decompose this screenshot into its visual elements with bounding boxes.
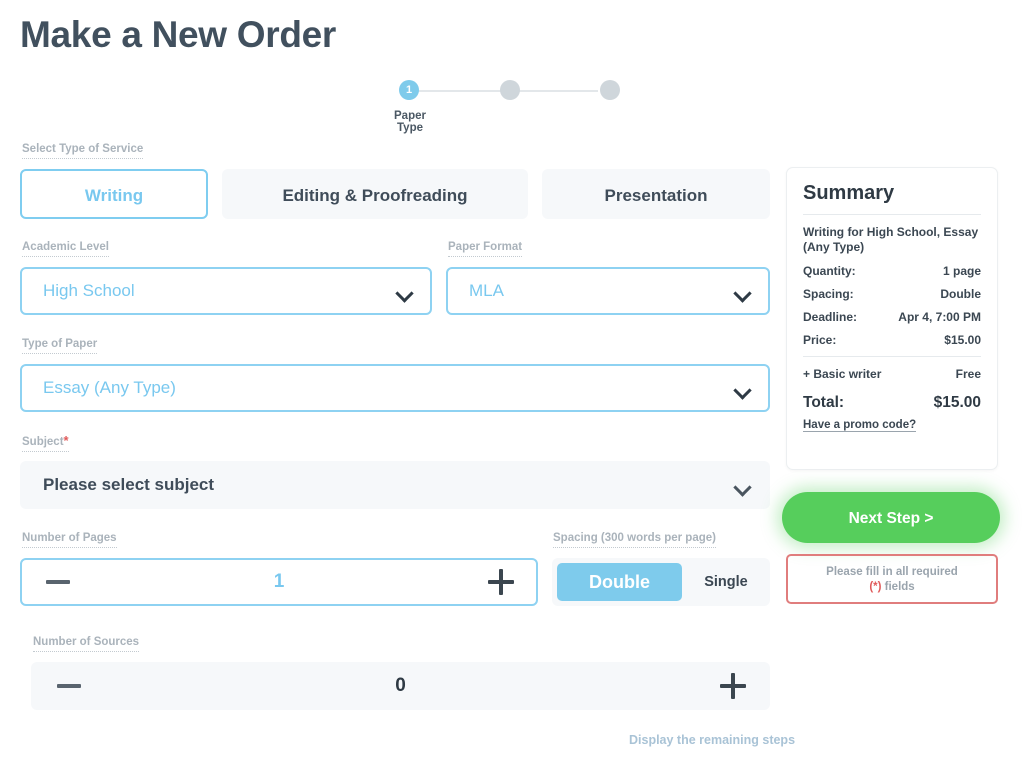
stepper-dot-3[interactable] (600, 80, 620, 100)
service-tab-editing-proofreading[interactable]: Editing & Proofreading (222, 169, 528, 219)
progress-stepper: 1 Paper Type (380, 80, 630, 134)
summary-total-value: $15.00 (933, 394, 981, 411)
summary-row-deadline-label: Deadline: (803, 310, 858, 324)
academic-level-label: Academic Level (22, 241, 109, 257)
paper-format-select[interactable]: MLA (446, 267, 770, 315)
summary-row-deadline-value: Apr 4, 7:00 PM (898, 310, 981, 324)
number-of-sources-label: Number of Sources (33, 636, 140, 652)
number-of-pages-stepper: 1 (20, 558, 538, 606)
subject-label: Subject* (22, 434, 69, 452)
summary-row-addon-label: + Basic writer (803, 367, 882, 381)
academic-level-select[interactable]: High School (20, 267, 432, 315)
warning-line-2: fields (881, 581, 915, 593)
page-title: Make a New Order (20, 14, 337, 55)
display-remaining-steps-link[interactable]: Display the remaining steps (629, 733, 795, 747)
summary-row-quantity-value: 1 page (942, 264, 981, 278)
plus-icon[interactable] (720, 673, 746, 699)
stepper-track (400, 90, 598, 92)
next-step-button[interactable]: Next Step > (782, 492, 1000, 543)
stepper-label-1: Paper Type (394, 110, 426, 134)
stepper-dot-1[interactable]: 1 (399, 80, 419, 100)
summary-row-quantity-label: Quantity: (803, 264, 856, 278)
service-tab-presentation[interactable]: Presentation (542, 169, 770, 219)
summary-row-deadline: Deadline: Apr 4, 7:00 PM (803, 310, 981, 324)
spacing-toggle: Double Single (552, 558, 770, 606)
chevron-down-icon (736, 480, 750, 494)
summary-row-spacing-value: Double (940, 287, 981, 301)
plus-icon[interactable] (488, 569, 514, 595)
warning-asterisk: (*) (869, 581, 882, 593)
number-of-sources-stepper: 0 (31, 662, 770, 710)
summary-row-addon-value: Free (955, 367, 981, 381)
summary-row-price: Price: $15.00 (803, 333, 981, 347)
warning-line-1: Please fill in all required (826, 566, 958, 578)
spacing-option-single[interactable]: Single (686, 563, 766, 601)
service-type-tabs: Writing Editing & Proofreading Presentat… (20, 169, 770, 219)
paper-format-label: Paper Format (448, 241, 523, 257)
subject-value: Please select subject (43, 475, 215, 494)
summary-divider-2 (803, 356, 981, 357)
spacing-label: Spacing (300 words per page) (553, 532, 716, 548)
subject-select[interactable]: Please select subject (20, 461, 770, 509)
required-fields-warning: Please fill in all required (*) fields (786, 554, 998, 604)
academic-level-value: High School (43, 281, 135, 300)
number-of-sources-value[interactable]: 0 (33, 664, 768, 708)
type-of-paper-select[interactable]: Essay (Any Type) (20, 364, 770, 412)
service-type-label: Select Type of Service (22, 143, 144, 159)
type-of-paper-value: Essay (Any Type) (43, 378, 176, 397)
summary-divider (803, 214, 981, 215)
subject-label-text: Subject (22, 436, 64, 448)
promo-code-link[interactable]: Have a promo code? (803, 419, 917, 432)
summary-row-spacing-label: Spacing: (803, 287, 854, 301)
summary-row-quantity: Quantity: 1 page (803, 264, 981, 278)
paper-format-value: MLA (469, 281, 504, 300)
chevron-down-icon (398, 286, 412, 300)
summary-total: Total: $15.00 (803, 394, 981, 412)
number-of-pages-value[interactable]: 1 (22, 560, 536, 604)
chevron-down-icon (736, 383, 750, 397)
stepper-dot-2[interactable] (500, 80, 520, 100)
number-of-pages-label: Number of Pages (22, 532, 117, 548)
type-of-paper-label: Type of Paper (22, 338, 98, 354)
chevron-down-icon (736, 286, 750, 300)
summary-row-spacing: Spacing: Double (803, 287, 981, 301)
summary-description: Writing for High School, Essay (Any Type… (803, 225, 979, 254)
spacing-option-double[interactable]: Double (557, 563, 682, 601)
summary-row-price-value: $15.00 (944, 333, 981, 347)
summary-row-addon: + Basic writer Free (803, 367, 981, 381)
service-tab-writing[interactable]: Writing (20, 169, 208, 219)
required-asterisk-icon: * (63, 433, 69, 448)
summary-row-price-label: Price: (803, 333, 837, 347)
summary-card: Summary Writing for High School, Essay (… (786, 167, 998, 470)
summary-total-label: Total: (803, 394, 845, 411)
summary-title: Summary (803, 182, 895, 204)
